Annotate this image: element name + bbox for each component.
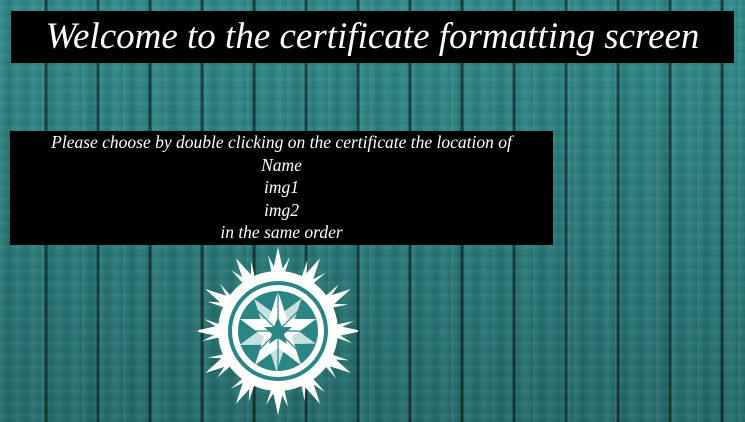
field-name-label: Name bbox=[261, 154, 302, 175]
sun-emblem-icon bbox=[194, 247, 362, 415]
field-img2-label: img2 bbox=[264, 199, 299, 220]
instruction-text: Please choose by double clicking on the … bbox=[51, 132, 512, 152]
order-note: in the same order bbox=[220, 222, 343, 242]
certificate-area[interactable] bbox=[194, 246, 362, 416]
instructions-panel: Please choose by double clicking on the … bbox=[10, 131, 553, 245]
page-title: Welcome to the certificate formatting sc… bbox=[11, 11, 734, 63]
field-img1-label: img1 bbox=[264, 177, 299, 197]
